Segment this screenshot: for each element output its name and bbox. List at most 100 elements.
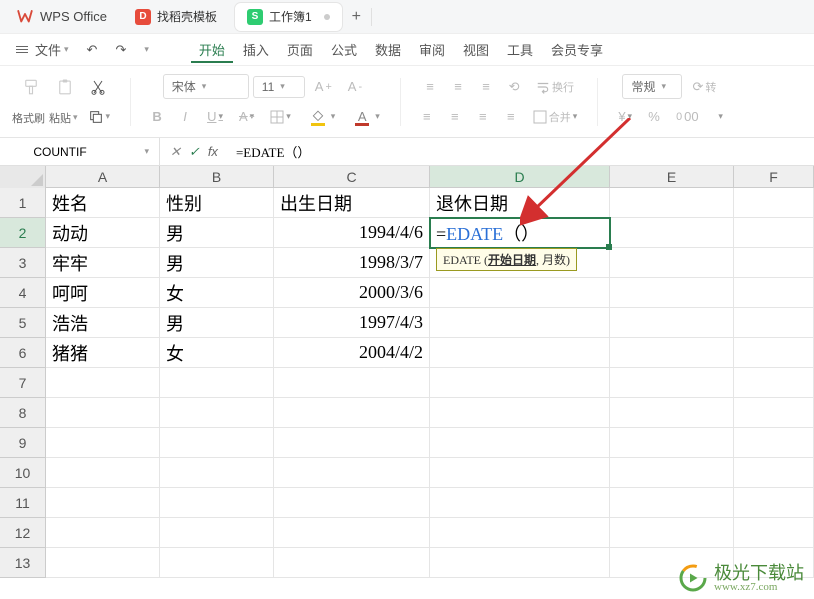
- cell[interactable]: [274, 548, 430, 578]
- cell[interactable]: 男: [160, 218, 274, 248]
- row-header[interactable]: 1: [0, 188, 46, 218]
- menu-tools[interactable]: 工具: [499, 36, 541, 63]
- cell[interactable]: 动动: [46, 218, 160, 248]
- cell[interactable]: [734, 398, 814, 428]
- cell[interactable]: [160, 518, 274, 548]
- cell[interactable]: [46, 458, 160, 488]
- cancel-icon[interactable]: ✕: [170, 144, 181, 160]
- cell[interactable]: [610, 338, 734, 368]
- col-header-B[interactable]: B: [160, 166, 274, 187]
- cell[interactable]: =EDATE（）: [430, 218, 610, 248]
- cell[interactable]: [430, 278, 610, 308]
- row-header[interactable]: 13: [0, 548, 46, 578]
- cell[interactable]: [430, 308, 610, 338]
- italic-button[interactable]: I: [173, 105, 197, 128]
- row-header[interactable]: 3: [0, 248, 46, 278]
- cell[interactable]: 1994/4/6: [274, 218, 430, 248]
- cell[interactable]: [610, 188, 734, 218]
- cell[interactable]: [160, 548, 274, 578]
- accept-icon[interactable]: ✓: [189, 144, 200, 160]
- tooltip-arg-2[interactable]: 月数: [542, 253, 566, 267]
- orientation-icon[interactable]: ⟲: [502, 75, 526, 99]
- cell[interactable]: [274, 398, 430, 428]
- cell[interactable]: [734, 458, 814, 488]
- cell[interactable]: [160, 398, 274, 428]
- row-header[interactable]: 11: [0, 488, 46, 518]
- cell[interactable]: [430, 398, 610, 428]
- cell[interactable]: 浩浩: [46, 308, 160, 338]
- merge-button[interactable]: 合并▾: [527, 105, 584, 129]
- cell[interactable]: [430, 518, 610, 548]
- tab-template[interactable]: D 找稻壳模板: [123, 3, 229, 31]
- cell[interactable]: [46, 368, 160, 398]
- cell[interactable]: [274, 368, 430, 398]
- cell[interactable]: [430, 548, 610, 578]
- cell[interactable]: [734, 488, 814, 518]
- cell[interactable]: [734, 338, 814, 368]
- col-header-A[interactable]: A: [46, 166, 160, 187]
- cell[interactable]: 2004/4/2: [274, 338, 430, 368]
- cell[interactable]: [734, 428, 814, 458]
- row-header[interactable]: 10: [0, 458, 46, 488]
- cell[interactable]: [610, 458, 734, 488]
- align-center-icon[interactable]: ≡: [443, 105, 467, 128]
- menu-data[interactable]: 数据: [367, 36, 409, 63]
- cell[interactable]: 呵呵: [46, 278, 160, 308]
- cell[interactable]: 1997/4/3: [274, 308, 430, 338]
- menu-review[interactable]: 审阅: [411, 36, 453, 63]
- border-button[interactable]: ▾: [264, 106, 297, 128]
- cell[interactable]: 女: [160, 338, 274, 368]
- cell[interactable]: [610, 248, 734, 278]
- row-header[interactable]: 5: [0, 308, 46, 338]
- hamburger-menu[interactable]: 文件▾: [8, 36, 77, 63]
- align-bottom-icon[interactable]: ≡: [474, 75, 498, 98]
- row-header[interactable]: 12: [0, 518, 46, 548]
- menu-dropdown[interactable]: ▾: [136, 40, 157, 59]
- tab-workbook[interactable]: S 工作簿1: [235, 3, 342, 31]
- paste-icon[interactable]: [50, 74, 80, 100]
- name-box[interactable]: ▾: [0, 138, 160, 165]
- col-header-F[interactable]: F: [734, 166, 814, 187]
- cell[interactable]: [430, 368, 610, 398]
- cell[interactable]: [610, 488, 734, 518]
- cell[interactable]: 女: [160, 278, 274, 308]
- align-left-icon[interactable]: ≡: [415, 105, 439, 128]
- row-header[interactable]: 9: [0, 428, 46, 458]
- decrease-font-icon[interactable]: A-: [342, 75, 368, 98]
- menu-view[interactable]: 视图: [455, 36, 497, 63]
- cell[interactable]: [274, 458, 430, 488]
- cell[interactable]: [430, 458, 610, 488]
- decimal-icon[interactable]: ▾: [709, 107, 733, 126]
- menu-formula[interactable]: 公式: [323, 36, 365, 63]
- copy-icon[interactable]: ▾: [82, 105, 117, 129]
- row-header[interactable]: 7: [0, 368, 46, 398]
- align-top-icon[interactable]: ≡: [418, 75, 442, 98]
- font-name-select[interactable]: 宋体▾: [163, 74, 249, 99]
- cell[interactable]: [274, 428, 430, 458]
- underline-button[interactable]: U ▾: [201, 105, 229, 128]
- format-painter-icon[interactable]: [16, 74, 46, 100]
- cell[interactable]: 1998/3/7: [274, 248, 430, 278]
- formula-input[interactable]: [228, 144, 814, 160]
- row-header[interactable]: 8: [0, 398, 46, 428]
- row-header[interactable]: 6: [0, 338, 46, 368]
- cell[interactable]: [274, 518, 430, 548]
- rotate-button[interactable]: ⟳转: [686, 75, 722, 99]
- cell[interactable]: 男: [160, 248, 274, 278]
- cell[interactable]: [734, 518, 814, 548]
- name-box-input[interactable]: [10, 145, 110, 159]
- indent-icon[interactable]: ≡: [499, 105, 523, 128]
- add-tab-button[interactable]: +: [352, 8, 361, 26]
- menu-undo[interactable]: ↶: [79, 38, 106, 62]
- cell[interactable]: [46, 488, 160, 518]
- row-header[interactable]: 4: [0, 278, 46, 308]
- fill-color-button[interactable]: ▾: [301, 102, 342, 132]
- percent-icon[interactable]: %: [642, 105, 666, 128]
- cell[interactable]: [734, 248, 814, 278]
- font-color-button[interactable]: A▾: [345, 102, 386, 132]
- cell[interactable]: [734, 368, 814, 398]
- menu-redo[interactable]: ↷: [107, 38, 134, 62]
- cell[interactable]: 牢牢: [46, 248, 160, 278]
- menu-page[interactable]: 页面: [279, 36, 321, 63]
- increase-font-icon[interactable]: A+: [309, 75, 338, 98]
